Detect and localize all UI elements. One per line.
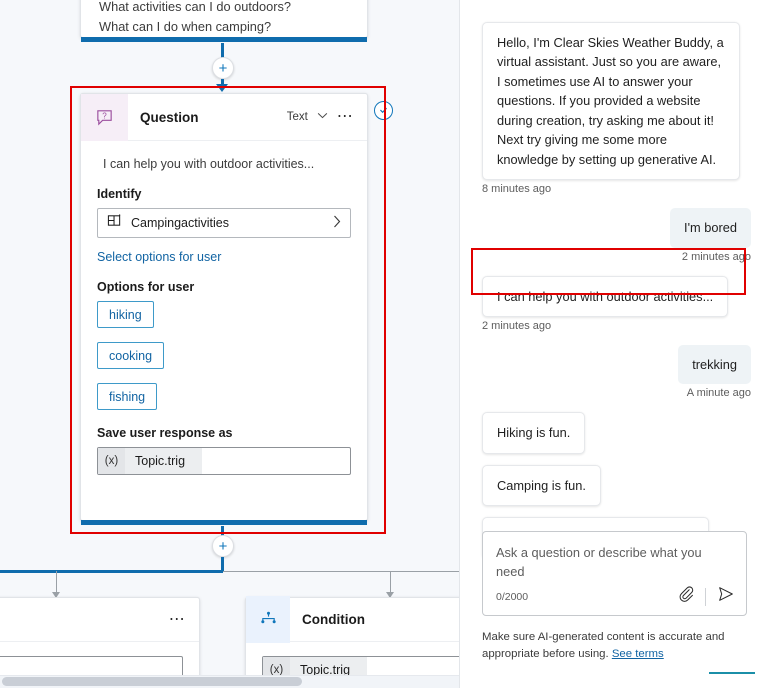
condition-right-variable-field[interactable]: (x) Topic.trig: [262, 656, 459, 675]
chat-input-placeholder[interactable]: Ask a question or describe what you need: [496, 543, 733, 581]
node-accent-bar: [81, 37, 367, 42]
plus-icon: +: [218, 537, 228, 555]
question-node-header[interactable]: ? Question Text ⋯: [81, 93, 367, 141]
chevron-down-icon[interactable]: [317, 112, 328, 122]
options-list: hiking cooking fishing: [97, 301, 351, 424]
condition-node-right[interactable]: Condition (x) Topic.trig: [245, 596, 459, 675]
question-bubble-icon: ?: [81, 93, 128, 141]
question-node-body: I can help you with outdoor activities..…: [81, 141, 367, 493]
condition-node-left[interactable]: tion ⋯ (x) rig: [0, 597, 200, 675]
condition-left-variable-field[interactable]: (x) rig: [0, 656, 183, 675]
plus-icon: +: [218, 59, 228, 77]
chat-footer-accent: [709, 672, 755, 674]
chat-bubble: Hiking is fun.: [482, 412, 586, 454]
paperclip-icon[interactable]: [678, 586, 694, 607]
chat-timestamp: 8 minutes ago: [482, 183, 552, 196]
add-node-button-bottom[interactable]: +: [212, 535, 234, 557]
chat-message-user: I'm bored 2 minutes ago: [482, 208, 751, 275]
question-node[interactable]: ? Question Text ⋯ I can help you with ou…: [80, 93, 368, 525]
identify-entity-value: Campingactivities: [131, 216, 229, 230]
response-type-label[interactable]: Text: [287, 111, 308, 123]
select-options-for-user-link[interactable]: Select options for user: [97, 250, 351, 264]
identify-entity-picker[interactable]: Campingactivities: [97, 208, 351, 238]
node-valid-check-icon: [374, 101, 393, 120]
trigger-phrase-line: What can I do when camping?: [99, 18, 272, 34]
variable-name: Topic.trig: [135, 454, 186, 468]
chat-bubble: I can help you with outdoor activities..…: [482, 275, 729, 317]
chat-timestamp: 2 minutes ago: [482, 319, 552, 332]
entity-grid-icon: [107, 213, 122, 233]
chat-bubble: Hello, I'm Clear Skies Weather Buddy, a …: [482, 22, 740, 181]
chat-bubble: Camping is fun.: [482, 464, 601, 507]
chat-message-stream[interactable]: Hello, I'm Clear Skies Weather Buddy, a …: [460, 0, 772, 574]
chevron-right-icon[interactable]: [333, 215, 341, 231]
variable-token: (x) Topic.trig: [263, 657, 368, 675]
chat-composer[interactable]: Ask a question or describe what you need…: [482, 531, 747, 616]
canvas-horizontal-scrollbar-thumb[interactable]: [2, 677, 302, 686]
identify-label: Identify: [97, 187, 142, 201]
svg-text:?: ?: [102, 111, 107, 120]
test-bot-chat-panel[interactable]: Hello, I'm Clear Skies Weather Buddy, a …: [459, 0, 772, 688]
question-node-title: Question: [140, 109, 199, 125]
composer-divider: [705, 587, 706, 606]
condition-node-left-header[interactable]: tion ⋯: [0, 598, 199, 642]
chat-message-bot: Camping is fun.: [482, 464, 751, 507]
chat-bubble: I'm bored: [670, 208, 751, 248]
chat-bubble: trekking: [678, 344, 751, 385]
chat-message-bot: Hiking is fun.: [482, 412, 751, 454]
connector-branch-right: [223, 571, 459, 573]
question-message-preview[interactable]: I can help you with outdoor activities..…: [97, 155, 351, 171]
option-chip[interactable]: fishing: [97, 383, 158, 410]
option-chip[interactable]: cooking: [97, 342, 165, 369]
save-response-variable-field[interactable]: (x) Topic.trig: [97, 447, 351, 475]
ai-content-disclaimer: Make sure AI-generated content is accura…: [482, 629, 750, 663]
topic-flow-canvas[interactable]: What activities can I do outdoors? What …: [0, 0, 459, 675]
connector-arrow: [216, 84, 228, 92]
variable-x-icon: (x): [98, 448, 125, 474]
question-node-more-menu[interactable]: ⋯: [337, 109, 354, 125]
character-counter: 0/2000: [496, 590, 529, 603]
save-response-label: Save user response as: [97, 426, 233, 440]
disclaimer-text: Make sure AI-generated content is accura…: [482, 631, 725, 661]
send-icon[interactable]: [717, 585, 735, 608]
trigger-phrases-node[interactable]: What activities can I do outdoors? What …: [80, 0, 368, 42]
option-chip[interactable]: hiking: [97, 301, 154, 328]
trigger-phrase-line: What activities can I do outdoors?: [99, 0, 292, 14]
node-accent-bar: [81, 520, 367, 525]
chat-bottom-edge: [460, 684, 772, 688]
variable-name: Topic.trig: [300, 663, 351, 675]
authoring-canvas-screen: What activities can I do outdoors? What …: [0, 0, 772, 688]
condition-node-left-more-menu[interactable]: ⋯: [169, 611, 186, 627]
see-terms-link[interactable]: See terms: [612, 648, 664, 660]
chat-message-bot-highlighted: I can help you with outdoor activities..…: [482, 275, 751, 345]
variable-x-icon: (x): [263, 657, 290, 675]
condition-node-right-header[interactable]: Condition: [246, 596, 459, 643]
chat-message-bot: Hello, I'm Clear Skies Weather Buddy, a …: [482, 22, 751, 208]
condition-node-right-title: Condition: [302, 612, 365, 627]
chat-message-user: trekking A minute ago: [482, 344, 751, 412]
connector-branch-left: [0, 570, 223, 573]
variable-token: (x) Topic.trig: [98, 448, 203, 474]
add-node-button-top[interactable]: +: [212, 57, 234, 79]
options-for-user-label: Options for user: [97, 280, 195, 294]
chat-timestamp: 2 minutes ago: [681, 250, 751, 263]
condition-branch-icon: [246, 596, 290, 643]
chat-timestamp: A minute ago: [686, 387, 751, 400]
